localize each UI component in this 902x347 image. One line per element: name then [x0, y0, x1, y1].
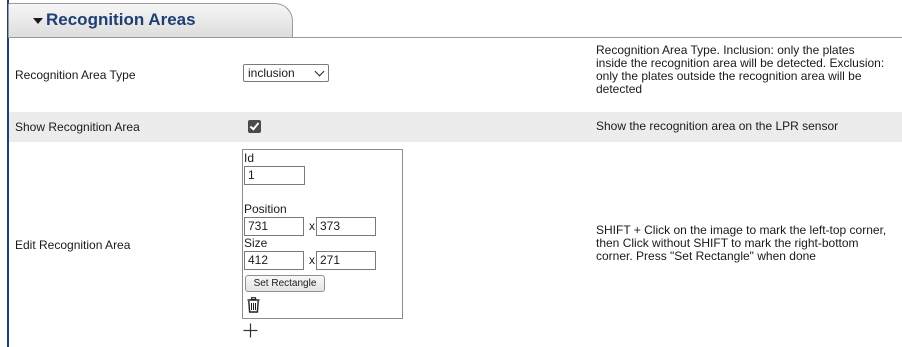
- check-icon: [249, 120, 260, 131]
- position-label: Position: [244, 202, 287, 216]
- rectangle-editor: Id 1 Position 731 x 373 Size 412 x 271 S…: [242, 149, 403, 319]
- row-recognition-area-type: Recognition Area Type inclusion Recognit…: [9, 38, 902, 112]
- trash-icon[interactable]: [247, 297, 260, 313]
- chevron-down-icon: [314, 66, 325, 77]
- size-height-input[interactable]: 271: [316, 251, 376, 270]
- area-type-selected-value: inclusion: [248, 66, 295, 80]
- caret-down-icon: [33, 18, 43, 24]
- position-y-input[interactable]: 373: [316, 217, 376, 236]
- position-separator: x: [309, 219, 315, 233]
- position-x-input[interactable]: 731: [244, 217, 304, 236]
- area-type-description-line: detected: [596, 82, 643, 96]
- show-area-checkbox[interactable]: [248, 120, 261, 133]
- area-type-select[interactable]: inclusion: [243, 64, 329, 82]
- row-edit-recognition-area: Edit Recognition Area Id 1 Position 731 …: [9, 142, 902, 347]
- section-title: Recognition Areas: [46, 10, 196, 29]
- id-label: Id: [244, 151, 255, 165]
- id-input[interactable]: 1: [244, 166, 305, 185]
- edit-area-label: Edit Recognition Area: [15, 238, 131, 252]
- show-area-description: Show the recognition area on the LPR sen…: [596, 120, 839, 133]
- edit-area-description-line: corner. Press "Set Rectangle" when done: [596, 249, 816, 263]
- set-rectangle-button[interactable]: Set Rectangle: [245, 275, 325, 292]
- plus-icon[interactable]: [243, 323, 258, 338]
- row-show-recognition-area: Show Recognition Area Show the recogniti…: [9, 112, 902, 142]
- size-width-input[interactable]: 412: [244, 251, 304, 270]
- size-separator: x: [309, 253, 315, 267]
- area-type-description: Recognition Area Type. Inclusion: only t…: [596, 44, 902, 96]
- tab-recognition-areas[interactable]: Recognition Areas: [8, 3, 293, 38]
- edit-area-description: SHIFT + Click on the image to mark the l…: [596, 224, 902, 263]
- area-type-label: Recognition Area Type: [15, 68, 136, 82]
- show-area-label: Show Recognition Area: [15, 120, 140, 134]
- size-label: Size: [244, 236, 268, 250]
